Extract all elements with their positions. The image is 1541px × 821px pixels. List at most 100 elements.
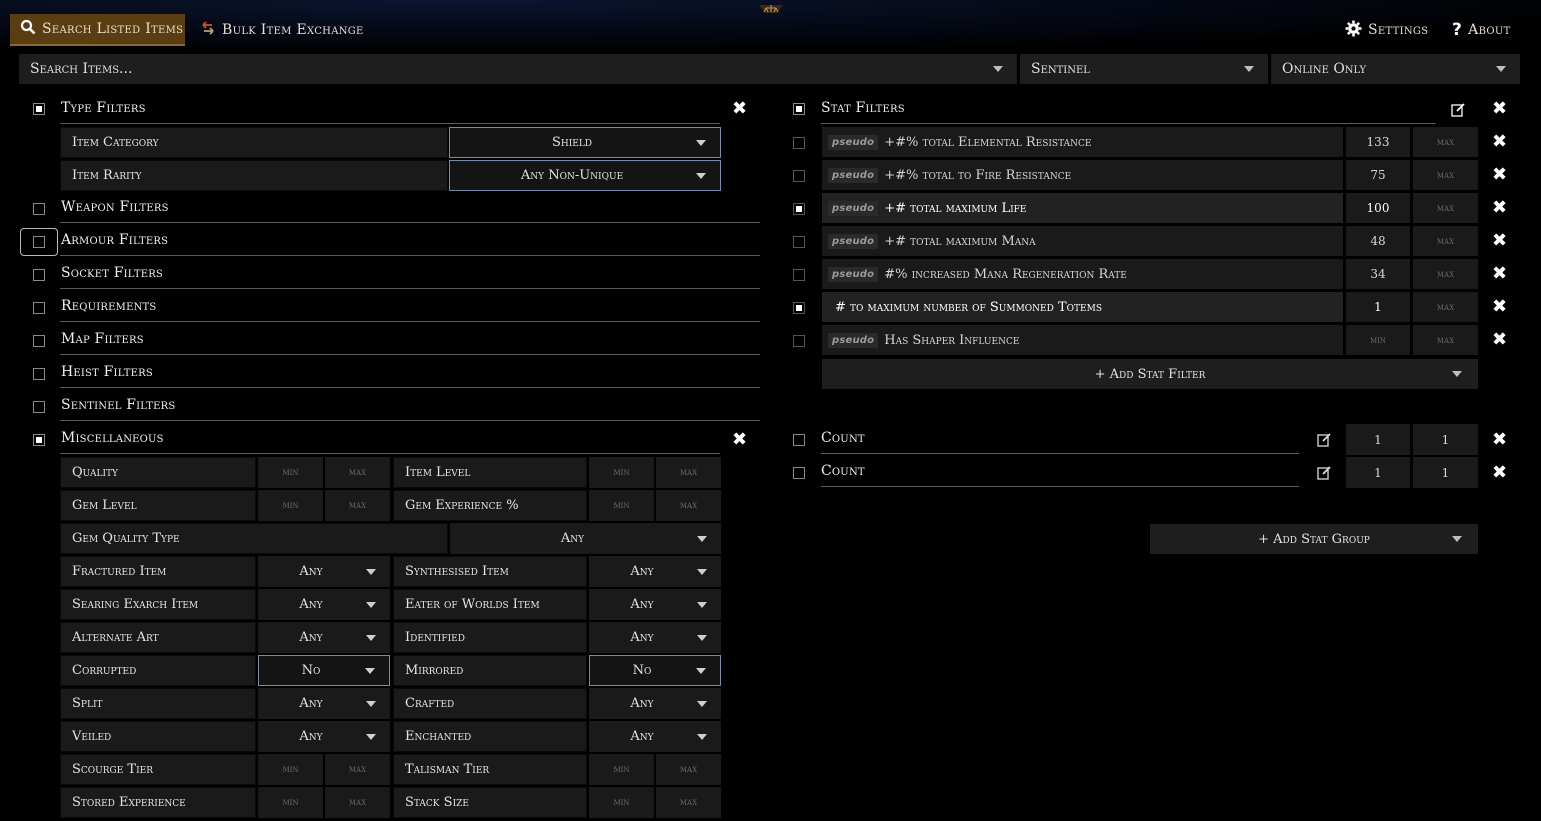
stat-min-input[interactable]: 1 <box>1346 292 1410 322</box>
status-select[interactable]: Online Only <box>1271 54 1520 84</box>
gem-experience-min-input[interactable]: min <box>589 490 654 521</box>
armour-filters-checkbox[interactable] <box>33 236 45 248</box>
stat-filter-row[interactable]: pseudo +#% total Elemental Resistance <box>822 127 1343 157</box>
add-stat-group-button[interactable]: + Add Stat Group <box>1150 524 1478 554</box>
mirrored-select[interactable]: No <box>589 655 721 686</box>
stat-filters-checkbox[interactable] <box>793 103 805 115</box>
count-max-input[interactable]: 1 <box>1413 424 1478 455</box>
stat-filter-checkbox[interactable] <box>793 203 805 215</box>
item-category-select[interactable]: Shield <box>449 127 721 158</box>
stat-max-input[interactable]: max <box>1413 325 1478 355</box>
stat-min-input[interactable]: 100 <box>1346 193 1410 223</box>
stat-max-input[interactable]: max <box>1413 226 1478 256</box>
map-filters-title[interactable]: Map Filters <box>61 331 144 347</box>
gem-experience-max-input[interactable]: max <box>656 490 721 521</box>
stat-max-input[interactable]: max <box>1413 292 1478 322</box>
close-icon[interactable]: ✖ <box>1492 232 1507 250</box>
stack-size-max-input[interactable]: max <box>656 787 721 818</box>
miscellaneous-checkbox[interactable] <box>33 434 45 446</box>
weapon-filters-checkbox[interactable] <box>33 203 45 215</box>
talisman-tier-max-input[interactable]: max <box>656 754 721 785</box>
heist-filters-checkbox[interactable] <box>33 368 45 380</box>
edit-icon[interactable] <box>1451 102 1465 117</box>
stat-max-input[interactable]: max <box>1413 127 1478 157</box>
quality-min-input[interactable]: min <box>258 457 323 488</box>
gem-quality-type-select[interactable]: Any <box>450 523 721 554</box>
fractured-item-select[interactable]: Any <box>258 556 390 587</box>
close-icon[interactable]: ✖ <box>1492 265 1507 283</box>
stat-filter-checkbox[interactable] <box>793 302 805 314</box>
requirements-title[interactable]: Requirements <box>61 298 156 314</box>
gem-level-min-input[interactable]: min <box>258 490 323 521</box>
stat-max-input[interactable]: max <box>1413 193 1478 223</box>
stat-min-input[interactable]: min <box>1346 325 1410 355</box>
close-icon[interactable]: ✖ <box>1492 464 1507 482</box>
stored-experience-max-input[interactable]: max <box>325 787 390 818</box>
item-level-max-input[interactable]: max <box>656 457 721 488</box>
stat-filter-checkbox[interactable] <box>793 170 805 182</box>
close-icon[interactable]: ✖ <box>1492 199 1507 217</box>
map-filters-checkbox[interactable] <box>33 335 45 347</box>
scourge-tier-min-input[interactable]: min <box>258 754 323 785</box>
count-group-checkbox[interactable] <box>793 434 805 446</box>
edit-icon[interactable] <box>1317 465 1331 480</box>
close-icon[interactable]: ✖ <box>1492 298 1507 316</box>
close-icon[interactable]: ✖ <box>732 431 747 449</box>
add-stat-filter-button[interactable]: + Add Stat Filter <box>822 359 1478 389</box>
count-group-checkbox[interactable] <box>793 467 805 479</box>
stored-experience-min-input[interactable]: min <box>258 787 323 818</box>
stat-filter-checkbox[interactable] <box>793 269 805 281</box>
requirements-checkbox[interactable] <box>33 302 45 314</box>
about-button[interactable]: ? About <box>1452 14 1532 46</box>
stat-filter-row[interactable]: pseudo Has Shaper Influence <box>822 325 1343 355</box>
searing-exarch-select[interactable]: Any <box>258 589 390 620</box>
veiled-select[interactable]: Any <box>258 721 390 752</box>
socket-filters-title[interactable]: Socket Filters <box>61 265 163 281</box>
sentinel-filters-checkbox[interactable] <box>33 401 45 413</box>
synthesised-item-select[interactable]: Any <box>589 556 721 587</box>
talisman-tier-min-input[interactable]: min <box>589 754 654 785</box>
item-level-min-input[interactable]: min <box>589 457 654 488</box>
type-filters-checkbox[interactable] <box>33 103 45 115</box>
stat-min-input[interactable]: 34 <box>1346 259 1410 289</box>
close-icon[interactable]: ✖ <box>1492 331 1507 349</box>
stat-min-input[interactable]: 133 <box>1346 127 1410 157</box>
stat-max-input[interactable]: max <box>1413 259 1478 289</box>
search-items-input[interactable]: Search Items... <box>19 54 1017 84</box>
corrupted-select[interactable]: No <box>258 655 390 686</box>
stat-filter-row[interactable]: pseudo +# total maximum Mana <box>822 226 1343 256</box>
stat-filter-row[interactable]: pseudo +#% total to Fire Resistance <box>822 160 1343 190</box>
close-icon[interactable]: ✖ <box>1492 431 1507 449</box>
quality-max-input[interactable]: max <box>325 457 390 488</box>
count-min-input[interactable]: 1 <box>1346 424 1410 455</box>
stat-min-input[interactable]: 75 <box>1346 160 1410 190</box>
stack-size-min-input[interactable]: min <box>589 787 654 818</box>
stat-filter-checkbox[interactable] <box>793 236 805 248</box>
item-rarity-select[interactable]: Any Non-Unique <box>449 160 721 191</box>
stat-filter-checkbox[interactable] <box>793 335 805 347</box>
sentinel-filters-title[interactable]: Sentinel Filters <box>61 397 175 413</box>
stat-filter-row[interactable]: pseudo +# total maximum Life <box>822 193 1343 223</box>
stat-filter-row[interactable]: # to maximum number of Summoned Totems <box>822 292 1343 322</box>
close-icon[interactable]: ✖ <box>1492 100 1507 118</box>
count-max-input[interactable]: 1 <box>1413 457 1478 488</box>
settings-button[interactable]: Settings <box>1345 14 1435 46</box>
edit-icon[interactable] <box>1317 432 1331 447</box>
stat-max-input[interactable]: max <box>1413 160 1478 190</box>
scourge-tier-max-input[interactable]: max <box>325 754 390 785</box>
tab-search-listed-items[interactable]: Search Listed Items <box>10 14 185 46</box>
eater-of-worlds-select[interactable]: Any <box>589 589 721 620</box>
close-icon[interactable]: ✖ <box>1492 133 1507 151</box>
gem-level-max-input[interactable]: max <box>325 490 390 521</box>
split-select[interactable]: Any <box>258 688 390 719</box>
socket-filters-checkbox[interactable] <box>33 269 45 281</box>
alternate-art-select[interactable]: Any <box>258 622 390 653</box>
armour-filters-title[interactable]: Armour Filters <box>61 232 168 248</box>
crafted-select[interactable]: Any <box>589 688 721 719</box>
heist-filters-title[interactable]: Heist Filters <box>61 364 153 380</box>
weapon-filters-title[interactable]: Weapon Filters <box>61 199 169 215</box>
enchanted-select[interactable]: Any <box>589 721 721 752</box>
tab-bulk-item-exchange[interactable]: Bulk Item Exchange <box>196 14 366 46</box>
stat-min-input[interactable]: 48 <box>1346 226 1410 256</box>
league-select[interactable]: Sentinel <box>1020 54 1268 84</box>
